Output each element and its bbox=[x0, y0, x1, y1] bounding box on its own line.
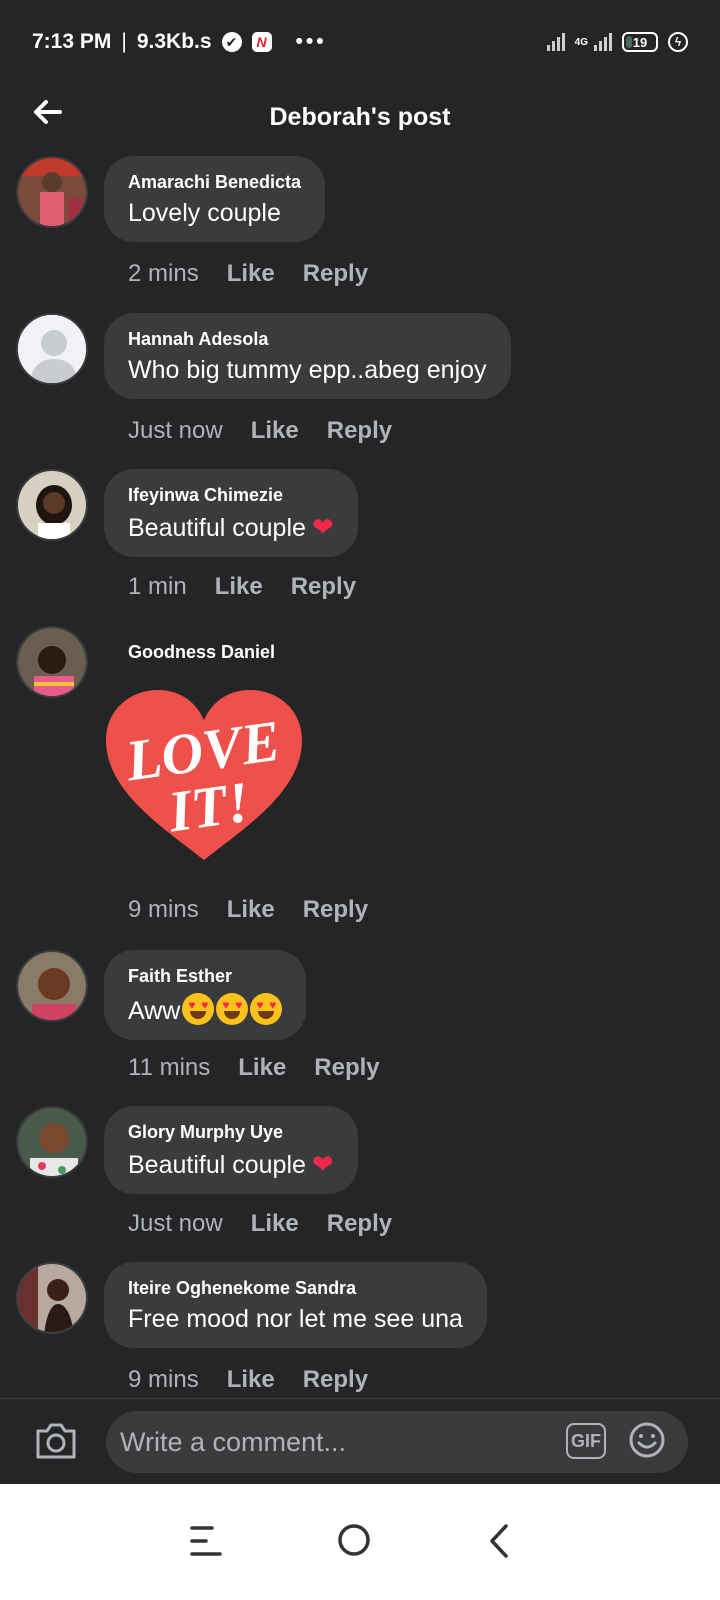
comment-text: Beautiful couple bbox=[128, 514, 306, 542]
comment-bubble[interactable]: Hannah Adesola Who big tummy epp..abeg e… bbox=[104, 313, 511, 399]
comment-text: Free mood nor let me see una bbox=[128, 1305, 463, 1333]
signal-icon bbox=[546, 33, 565, 51]
comment-meta: 9 mins Like Reply bbox=[128, 896, 368, 924]
comment-text: Aww bbox=[128, 997, 181, 1025]
avatar[interactable] bbox=[16, 156, 88, 228]
avatar[interactable] bbox=[16, 1106, 88, 1178]
header: Deborah's post bbox=[0, 84, 720, 150]
comment-text: Who big tummy epp..abeg enjoy bbox=[128, 356, 487, 384]
comment-composer: GIF bbox=[0, 1398, 720, 1484]
menu-icon bbox=[190, 1526, 222, 1556]
battery-level: 19 bbox=[632, 34, 648, 50]
like-button[interactable]: Like bbox=[215, 573, 263, 601]
news-app-icon: N bbox=[251, 32, 272, 52]
avatar[interactable] bbox=[16, 313, 88, 385]
camera-icon bbox=[36, 1423, 76, 1459]
like-button[interactable]: Like bbox=[238, 1054, 286, 1082]
heart-emoji: ❤ bbox=[311, 1149, 334, 1179]
comment-meta: Just now Like Reply bbox=[128, 417, 392, 445]
avatar[interactable] bbox=[16, 626, 88, 698]
emoji-button[interactable] bbox=[628, 1421, 666, 1459]
status-separator: | bbox=[121, 30, 127, 53]
reply-button[interactable]: Reply bbox=[327, 417, 392, 445]
comment-author[interactable]: Amarachi Benedicta bbox=[128, 172, 301, 193]
comment-bubble[interactable]: Faith Esther Aww bbox=[104, 950, 307, 1040]
home-button[interactable] bbox=[336, 1522, 372, 1558]
comment-author[interactable]: Iteire Oghenekome Sandra bbox=[128, 1278, 463, 1299]
comment-meta: 9 mins Like Reply bbox=[128, 1366, 368, 1394]
reply-button[interactable]: Reply bbox=[291, 573, 356, 601]
signal-icon-2 bbox=[594, 33, 612, 51]
comment-time: Just now bbox=[128, 417, 223, 444]
comment-bubble[interactable]: Ifeyinwa Chimezie Beautiful couple ❤ bbox=[104, 469, 358, 557]
comment-time: 2 mins bbox=[128, 260, 199, 287]
comment-meta: 1 min Like Reply bbox=[128, 573, 356, 601]
data-saver-icon: ϟ bbox=[668, 32, 688, 52]
comment-meta: 11 mins Like Reply bbox=[128, 1054, 380, 1082]
smiley-icon bbox=[629, 1422, 665, 1458]
like-button[interactable]: Like bbox=[227, 896, 275, 924]
comment-meta: Just now Like Reply bbox=[128, 1210, 392, 1238]
more-notifications-icon: ••• bbox=[295, 30, 327, 53]
gif-button[interactable]: GIF bbox=[566, 1423, 606, 1459]
system-nav-bar bbox=[0, 1484, 720, 1600]
network-type-label: 4G bbox=[574, 36, 588, 48]
comment-time: 9 mins bbox=[128, 1366, 199, 1393]
like-button[interactable]: Like bbox=[251, 1210, 299, 1238]
heart-eyes-emoji bbox=[216, 993, 249, 1025]
like-button[interactable]: Like bbox=[251, 417, 299, 445]
comment-time: Just now bbox=[128, 1210, 223, 1237]
like-button[interactable]: Like bbox=[227, 260, 275, 288]
chevron-left-icon bbox=[490, 1524, 508, 1558]
recent-apps-button[interactable] bbox=[188, 1524, 224, 1558]
avatar[interactable] bbox=[16, 950, 88, 1022]
comment-meta: 2 mins Like Reply bbox=[128, 260, 368, 288]
comment-bubble[interactable]: Amarachi Benedicta Lovely couple bbox=[104, 156, 326, 242]
heart-emoji: ❤ bbox=[311, 512, 334, 542]
battery-icon: 19 bbox=[622, 32, 658, 52]
status-speed: 9.3Kb.s bbox=[136, 30, 212, 53]
reply-button[interactable]: Reply bbox=[303, 260, 368, 288]
arrow-left-icon bbox=[34, 100, 62, 124]
comment-text: Beautiful couple bbox=[128, 1151, 306, 1179]
avatar[interactable] bbox=[16, 469, 88, 541]
comment-text-wrap: Beautiful couple ❤ bbox=[128, 512, 334, 543]
comment-author[interactable]: Hannah Adesola bbox=[128, 329, 487, 350]
comment-author[interactable]: Faith Esther bbox=[128, 966, 282, 987]
comment-bubble[interactable]: Iteire Oghenekome Sandra Free mood nor l… bbox=[104, 1262, 487, 1348]
check-icon: ✔ bbox=[221, 32, 242, 52]
comment-author[interactable]: Goodness Daniel bbox=[128, 642, 275, 663]
back-button[interactable] bbox=[28, 92, 68, 132]
heart-eyes-emoji bbox=[250, 993, 283, 1025]
comment-author[interactable]: Glory Murphy Uye bbox=[128, 1122, 334, 1143]
comment-bubble[interactable]: Glory Murphy Uye Beautiful couple ❤ bbox=[104, 1106, 358, 1194]
reply-button[interactable]: Reply bbox=[303, 896, 368, 924]
reply-button[interactable]: Reply bbox=[314, 1054, 379, 1082]
comment-text-wrap: Beautiful couple ❤ bbox=[128, 1149, 334, 1180]
status-time: 7:13 PM bbox=[32, 30, 112, 53]
comment-author[interactable]: Ifeyinwa Chimezie bbox=[128, 485, 334, 506]
page-title: Deborah's post bbox=[269, 102, 451, 131]
comment-text-wrap: Aww bbox=[128, 993, 283, 1026]
home-circle-icon bbox=[338, 1524, 370, 1556]
screen: 7:13 PM | 9.3Kb.s ✔ N ••• 4G 19 ϟ Debora… bbox=[0, 0, 720, 1600]
heart-eyes-emoji bbox=[182, 993, 215, 1025]
comment-time: 9 mins bbox=[128, 896, 199, 923]
system-back-button[interactable] bbox=[486, 1522, 514, 1560]
love-it-sticker[interactable]: LOVE IT! bbox=[104, 688, 304, 868]
status-bar: 7:13 PM | 9.3Kb.s ✔ N ••• 4G 19 ϟ bbox=[0, 0, 720, 84]
camera-button[interactable] bbox=[34, 1421, 78, 1461]
comment-time: 11 mins bbox=[128, 1054, 211, 1081]
like-button[interactable]: Like bbox=[227, 1366, 275, 1394]
default-avatar-icon bbox=[18, 315, 86, 383]
reply-button[interactable]: Reply bbox=[303, 1366, 368, 1394]
avatar[interactable] bbox=[16, 1262, 88, 1334]
comment-time: 1 min bbox=[128, 573, 187, 600]
reply-button[interactable]: Reply bbox=[327, 1210, 392, 1238]
comment-text: Lovely couple bbox=[128, 199, 281, 227]
sticker-text-it: IT! bbox=[164, 769, 254, 845]
